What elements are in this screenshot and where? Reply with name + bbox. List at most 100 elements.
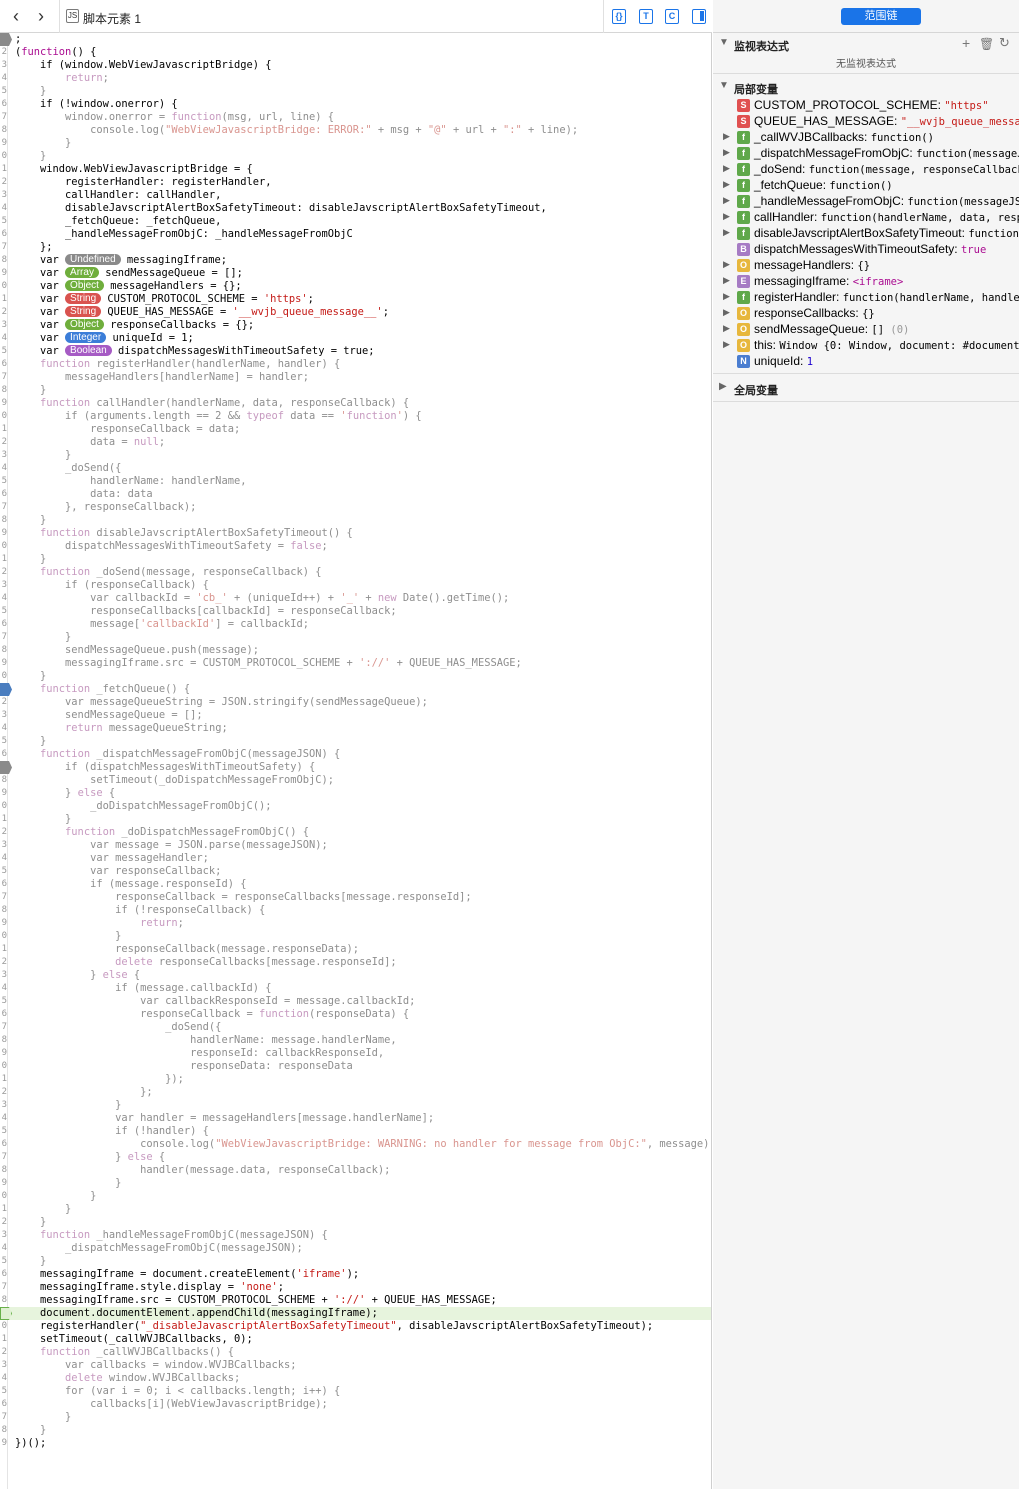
line-number[interactable]: 4 [0, 852, 7, 865]
line-number[interactable]: 9 [0, 787, 7, 800]
code-line[interactable]: 2 } [0, 1216, 711, 1229]
breakpoint-marker-icon[interactable] [0, 761, 12, 774]
code-line[interactable]: 4 delete window.WVJBCallbacks; [0, 1372, 711, 1385]
line-number[interactable]: 8 [0, 774, 7, 787]
line-number[interactable]: 0 [0, 670, 7, 683]
line-number[interactable]: 5 [0, 735, 7, 748]
code-line[interactable]: 9})(); [0, 1437, 711, 1450]
code-line[interactable]: 0 if (arguments.length == 2 && typeof da… [0, 410, 711, 423]
line-number[interactable]: 7 [0, 111, 7, 124]
variable-row[interactable]: ▶ f disableJavscriptAlertBoxSafetyTimeout:… [713, 225, 1019, 241]
back-button[interactable]: ‹ [13, 7, 27, 26]
code-line[interactable]: 1 window.WebViewJavascriptBridge = { [0, 163, 711, 176]
variable-row[interactable]: ▶ f _callWVJBCallbacks: function() [713, 129, 1019, 145]
code-line[interactable]: 2 (function() { [0, 46, 711, 59]
code-line[interactable]: 1 var String CUSTOM_PROTOCOL_SCHEME = 'h… [0, 293, 711, 306]
expand-triangle-icon[interactable]: ▶ [723, 147, 730, 158]
line-number[interactable]: 2 [0, 1346, 7, 1359]
global-variables-header[interactable]: ▶ 全局变量 [713, 379, 1019, 397]
code-line[interactable]: 5 for (var i = 0; i < callbacks.length; … [0, 1385, 711, 1398]
variable-row[interactable]: S CUSTOM_PROTOCOL_SCHEME: "https" [713, 97, 1019, 113]
line-number[interactable]: 4 [0, 202, 7, 215]
line-number[interactable]: 1 [0, 163, 7, 176]
code-line[interactable]: 1 function _fetchQueue() { [0, 683, 711, 696]
code-line[interactable]: 7 responseCallback = responseCallbacks[m… [0, 891, 711, 904]
code-line[interactable]: 4 var messageHandler; [0, 852, 711, 865]
line-number[interactable]: 0 [0, 1060, 7, 1073]
line-number[interactable]: 3 [0, 839, 7, 852]
line-number[interactable]: 7 [0, 1411, 7, 1424]
variable-row[interactable]: S QUEUE_HAS_MESSAGE: "__wvjb_queue_messag… [713, 113, 1019, 129]
line-number[interactable]: 4 [0, 722, 7, 735]
line-number[interactable]: 5 [0, 605, 7, 618]
line-number[interactable]: 6 [0, 228, 7, 241]
expand-triangle-icon[interactable]: ▶ [723, 275, 730, 286]
line-number[interactable]: 2 [0, 1216, 7, 1229]
line-number[interactable]: 6 [0, 1398, 7, 1411]
line-number[interactable]: 8 [0, 1424, 7, 1437]
code-line[interactable]: 3 var message = JSON.parse(messageJSON); [0, 839, 711, 852]
line-number[interactable]: 8 [0, 254, 7, 267]
code-line[interactable]: 8 } [0, 384, 711, 397]
code-line[interactable]: 4 return messageQueueString; [0, 722, 711, 735]
line-number[interactable]: 3 [0, 1229, 7, 1242]
line-number[interactable]: 4 [0, 72, 7, 85]
line-number[interactable]: 2 [0, 826, 7, 839]
code-line[interactable]: 8 messagingIframe.src = CUSTOM_PROTOCOL_… [0, 1294, 711, 1307]
line-number[interactable]: 3 [0, 189, 7, 202]
code-line[interactable]: 3 var callbacks = window.WVJBCallbacks; [0, 1359, 711, 1372]
breakpoint-marker-icon[interactable] [0, 33, 12, 46]
variable-row[interactable]: BdispatchMessagesWithTimeoutSafety: true [713, 241, 1019, 257]
line-number[interactable]: 2 [0, 176, 7, 189]
code-line[interactable]: 9 } [0, 1177, 711, 1190]
code-line[interactable]: 7 messageHandlers[handlerName] = handler… [0, 371, 711, 384]
line-number[interactable]: 5 [0, 1385, 7, 1398]
line-number[interactable]: 9 [0, 1177, 7, 1190]
code-line[interactable]: 2 registerHandler: registerHandler, [0, 176, 711, 189]
line-number[interactable]: 3 [0, 1099, 7, 1112]
code-line[interactable]: 1 setTimeout(_callWVJBCallbacks, 0); [0, 1333, 711, 1346]
code-line[interactable]: 8 handlerName: message.handlerName, [0, 1034, 711, 1047]
variable-row[interactable]: ▶ OresponseCallbacks: {} [713, 305, 1019, 321]
code-line[interactable]: 6 data: data [0, 488, 711, 501]
line-number[interactable]: 2 [0, 306, 7, 319]
code-editor[interactable]: ; 2 (function() {3 if (window.WebViewJavas… [0, 33, 712, 1489]
code-line[interactable]: 5 } [0, 85, 711, 98]
code-line[interactable]: 3 } [0, 1099, 711, 1112]
line-number[interactable]: 8 [0, 904, 7, 917]
variable-row[interactable]: ▶ Othis: Window {0: Window, document: #do… [713, 337, 1019, 353]
line-number[interactable]: 7 [0, 501, 7, 514]
line-number[interactable]: 5 [0, 215, 7, 228]
line-number[interactable]: 6 [0, 748, 7, 761]
line-number[interactable]: 6 [0, 618, 7, 631]
code-line[interactable]: 0 var Object messageHandlers = {}; [0, 280, 711, 293]
line-number[interactable]: 3 [0, 1359, 7, 1372]
line-number[interactable]: 6 [0, 1008, 7, 1021]
local-variables-header[interactable]: ▼ 局部变量 [713, 78, 1019, 96]
line-number[interactable]: 0 [0, 410, 7, 423]
code-line[interactable]: 2 function _callWVJBCallbacks() { [0, 1346, 711, 1359]
code-line[interactable]: 0 registerHandler("_disableJavascriptAle… [0, 1320, 711, 1333]
code-line[interactable]: 5 handlerName: handlerName, [0, 475, 711, 488]
breakpoint-marker-icon[interactable] [0, 683, 12, 696]
code-line[interactable]: 8 var Undefined messagingIframe; [0, 254, 711, 267]
code-line[interactable]: 4 return; [0, 72, 711, 85]
line-number[interactable]: 3 [0, 449, 7, 462]
current-execution-line[interactable]: 9 document.documentElement.appendChild(m… [0, 1307, 711, 1320]
code-line[interactable]: 5 var callbackResponseId = message.callb… [0, 995, 711, 1008]
expand-triangle-icon[interactable]: ▶ [723, 291, 730, 302]
line-number[interactable]: 9 [0, 657, 7, 670]
code-line[interactable]: 7 } [0, 631, 711, 644]
variable-row[interactable]: ▶ OmessageHandlers: {} [713, 257, 1019, 273]
code-line[interactable]: 9 messagingIframe.src = CUSTOM_PROTOCOL_… [0, 657, 711, 670]
code-line[interactable]: 9 responseId: callbackResponseId, [0, 1047, 711, 1060]
code-line[interactable]: 6 messagingIframe = document.createEleme… [0, 1268, 711, 1281]
code-line[interactable]: 5 } [0, 735, 711, 748]
line-number[interactable]: 9 [0, 527, 7, 540]
file-name[interactable]: 脚本元素 1 [83, 10, 141, 27]
code-line[interactable]: 5 } [0, 1255, 711, 1268]
code-line[interactable]: 0 } [0, 930, 711, 943]
refresh-icon[interactable]: ↻ [999, 35, 1010, 51]
line-number[interactable]: 3 [0, 969, 7, 982]
line-number[interactable]: 5 [0, 1125, 7, 1138]
